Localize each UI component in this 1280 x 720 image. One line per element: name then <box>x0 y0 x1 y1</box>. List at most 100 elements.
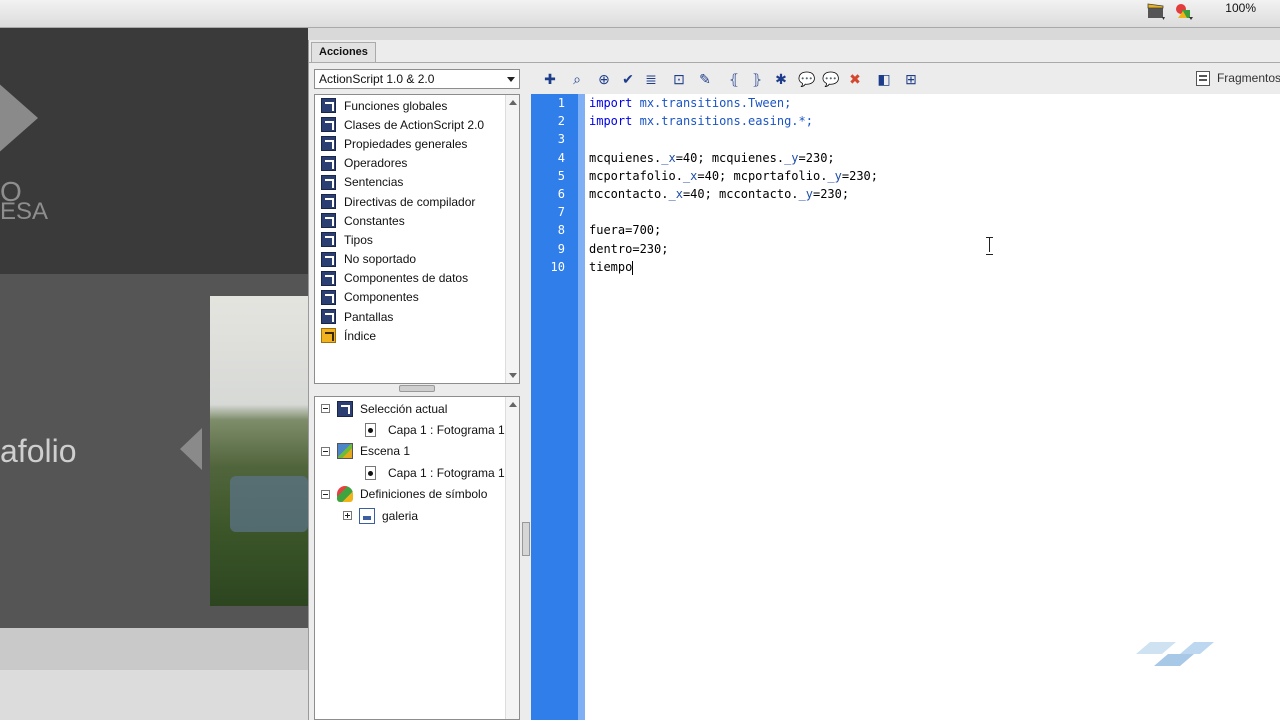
expand-icon[interactable] <box>343 511 352 521</box>
show-hide-toolbox-icon-glyph: ◧ <box>877 71 891 87</box>
script-navigator-tree: Selección actual Capa 1 : Fotograma 1 Esce… <box>315 397 519 526</box>
fragments-button[interactable]: Fragmentos <box>1195 69 1280 87</box>
script-navigator: Selección actual Capa 1 : Fotograma 1 Esce… <box>314 396 520 720</box>
frame-icon <box>365 423 376 438</box>
toolbox-item[interactable]: Funciones globales <box>315 96 519 115</box>
toolbox-item-label: Directivas de compilador <box>344 194 476 209</box>
toolbox-scrollbar[interactable] <box>505 95 519 383</box>
code-line[interactable]: mcquienes._x=40; mcquienes._y=230; <box>589 151 835 165</box>
code-line[interactable]: import mx.transitions.easing.*; <box>589 114 813 128</box>
navigator-item[interactable]: galeria <box>315 505 519 526</box>
actionscript-version-select[interactable]: ActionScript 1.0 & 2.0 <box>314 69 520 89</box>
navigator-scrollbar[interactable] <box>505 397 519 719</box>
collapse-between-braces-icon-glyph: ⦃ <box>728 71 740 87</box>
auto-format-icon[interactable]: ≣ <box>641 69 659 87</box>
toolbox-item-label: Índice <box>344 328 377 343</box>
show-code-hint-icon[interactable]: ⊡ <box>669 69 687 87</box>
gutter-edge <box>578 94 585 720</box>
apply-block-comment-icon[interactable]: 💬 <box>797 69 815 87</box>
toolbox-item[interactable]: Pantallas <box>315 307 519 326</box>
toolbox-item[interactable]: Propiedades generales <box>315 134 519 153</box>
apply-line-comment-icon-glyph: 💬 <box>822 71 840 87</box>
toolbox-item-label: Tipos <box>344 232 373 247</box>
collapse-selection-icon[interactable]: ⦄ <box>747 69 765 87</box>
tab-acciones[interactable]: Acciones <box>311 42 376 62</box>
insert-target-path-icon-glyph: ⊕ <box>598 71 610 87</box>
toolbox-item[interactable]: Directivas de compilador <box>315 192 519 211</box>
application-toolbar: 100% <box>0 0 1280 28</box>
toolbox-item[interactable]: Tipos <box>315 230 519 249</box>
collapse-icon[interactable] <box>321 404 330 414</box>
apply-line-comment-icon[interactable]: 💬 <box>821 69 839 87</box>
navigator-item[interactable]: Capa 1 : Fotograma 1 <box>315 419 519 440</box>
toolbox-item[interactable]: Sentencias <box>315 173 519 192</box>
panel-vertical-splitter[interactable] <box>522 522 530 556</box>
actions-panel: Acciones ActionScript 1.0 & 2.0 Funcione… <box>308 40 1280 720</box>
line-number: 5 <box>557 168 565 183</box>
toolbox-item[interactable]: Operadores <box>315 154 519 173</box>
scroll-down-icon[interactable] <box>509 373 517 378</box>
chevron-down-icon <box>507 77 515 82</box>
navigator-item-label: Capa 1 : Fotograma 1 <box>388 465 505 480</box>
navigator-item-label: Definiciones de símbolo <box>360 487 488 502</box>
selection-icon <box>337 400 353 417</box>
script-assist-icon[interactable]: ⊞ <box>901 69 919 87</box>
navigator-item[interactable]: Escena 1 <box>315 441 519 462</box>
logo-chevron-icon <box>0 58 38 178</box>
code-line[interactable]: import mx.transitions.Tween; <box>589 96 791 110</box>
navigator-item[interactable]: Capa 1 : Fotograma 1 <box>315 462 519 483</box>
scroll-up-icon[interactable] <box>509 402 517 407</box>
book-icon <box>321 155 336 171</box>
toolbox-item[interactable]: Índice <box>315 326 519 345</box>
navigator-item-label: Capa 1 : Fotograma 1 <box>388 423 505 438</box>
toolbox-item-label: Pantallas <box>344 309 394 324</box>
scroll-up-icon[interactable] <box>509 100 517 105</box>
text-caret <box>632 260 634 275</box>
book-icon <box>321 174 336 190</box>
navigator-item-label: galeria <box>382 508 419 523</box>
find-icon[interactable]: ⌕ <box>567 69 585 87</box>
debug-options-icon[interactable]: ✎ <box>695 69 713 87</box>
movieclip-icon <box>359 507 375 524</box>
toolbox-item[interactable]: Componentes de datos <box>315 269 519 288</box>
book-icon <box>321 251 336 267</box>
code-line[interactable]: tiempo <box>589 260 632 274</box>
symbols-icon <box>337 486 353 503</box>
line-number: 10 <box>550 259 565 274</box>
toolbox-item-label: Funciones globales <box>344 98 448 113</box>
book-icon <box>321 194 336 210</box>
toolbox-item[interactable]: Componentes <box>315 288 519 307</box>
code-line[interactable]: dentro=230; <box>589 242 668 256</box>
symbols-icon[interactable] <box>1174 1 1194 21</box>
navigator-item[interactable]: Selección actual <box>315 398 519 419</box>
remove-comment-icon[interactable]: ✖ <box>845 69 863 87</box>
add-statement-icon[interactable]: ✚ <box>540 69 558 87</box>
find-icon-glyph: ⌕ <box>573 71 581 87</box>
code-line[interactable]: fuera=700; <box>589 223 661 237</box>
stage-section-title: afolio <box>0 433 77 469</box>
left-arrow-icon <box>180 428 202 470</box>
watermark-logo-icon <box>1136 642 1214 666</box>
clapper-board-icon[interactable] <box>1146 1 1166 21</box>
collapse-icon[interactable] <box>321 446 330 456</box>
book-icon <box>321 136 336 152</box>
script-editor[interactable]: import mx.transitions.Tween; import mx.tr… <box>531 94 1280 720</box>
collapse-icon[interactable] <box>321 489 330 499</box>
show-hide-toolbox-icon[interactable]: ◧ <box>874 69 892 87</box>
code-line[interactable]: mccontacto._x=40; mccontacto._y=230; <box>589 187 849 201</box>
collapse-between-braces-icon[interactable]: ⦃ <box>724 69 742 87</box>
toolbox-item[interactable]: No soportado <box>315 250 519 269</box>
frame-icon <box>365 465 376 480</box>
expand-all-icon[interactable]: ✱ <box>771 69 789 87</box>
zoom-level[interactable]: 100% <box>1225 1 1256 15</box>
code-line[interactable]: mcportafolio._x=40; mcportafolio._y=230; <box>589 169 878 183</box>
toolbox-navigator-splitter[interactable] <box>399 385 435 392</box>
toolbox-item[interactable]: Clases de ActionScript 2.0 <box>315 115 519 134</box>
line-number: 2 <box>557 114 565 129</box>
check-syntax-icon[interactable]: ✔ <box>618 69 636 87</box>
stage-photo-house <box>230 476 308 532</box>
toolbox-item[interactable]: Constantes <box>315 211 519 230</box>
navigator-item[interactable]: Definiciones de símbolo <box>315 484 519 505</box>
insert-target-path-icon[interactable]: ⊕ <box>594 69 612 87</box>
book-icon <box>321 232 336 248</box>
